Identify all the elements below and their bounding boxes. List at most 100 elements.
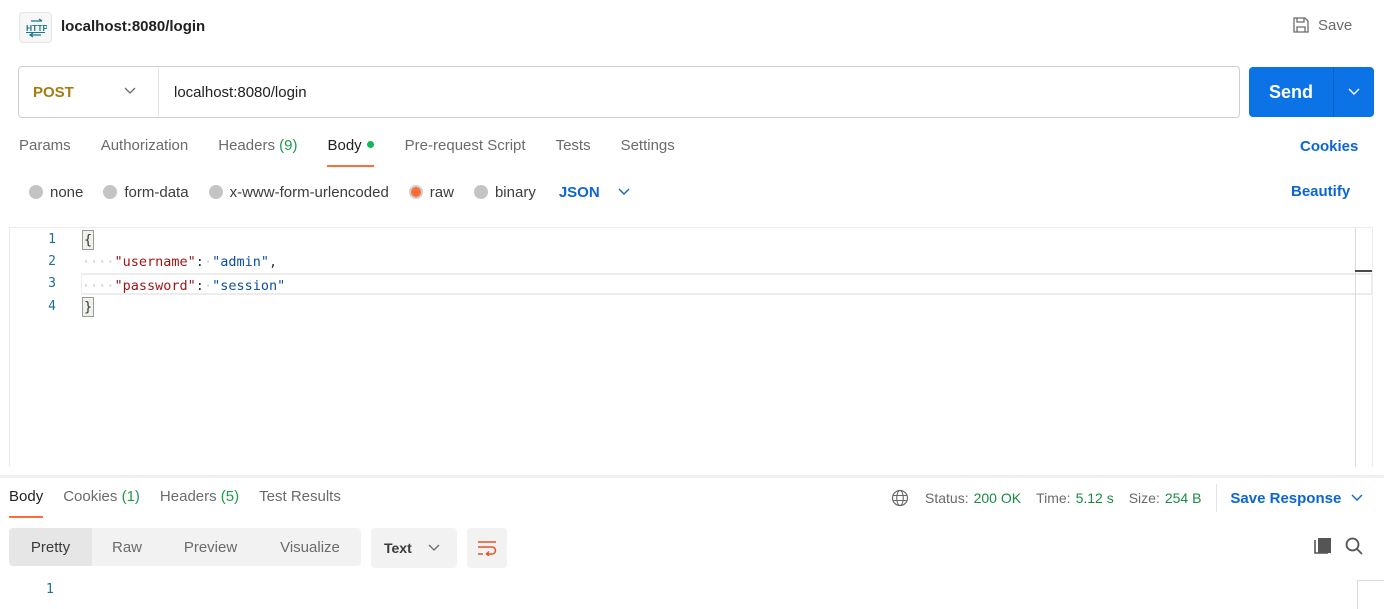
response-tab-body[interactable]: Body xyxy=(9,488,44,518)
radio-raw[interactable]: raw xyxy=(408,184,454,201)
request-header: HTTP localhost:8080/login Save xyxy=(0,0,1384,56)
cookies-link[interactable]: Cookies xyxy=(1300,138,1358,155)
radio-indicator xyxy=(473,185,488,199)
request-title[interactable]: localhost:8080/login xyxy=(61,18,205,35)
whitespace: ···· xyxy=(82,278,115,294)
save-button[interactable]: Save xyxy=(1292,16,1352,34)
response-tab-test-results[interactable]: Test Results xyxy=(259,488,341,518)
view-pretty[interactable]: Pretty xyxy=(9,528,92,566)
matched-brace: { xyxy=(82,230,95,250)
send-button[interactable]: Send xyxy=(1249,67,1333,117)
size-label: Size: xyxy=(1128,490,1160,506)
tab-label: Headers xyxy=(159,488,217,505)
editor-scrollbar[interactable] xyxy=(1355,228,1356,467)
line-number: 1 xyxy=(46,582,54,597)
tab-pre-request-script[interactable]: Pre-request Script xyxy=(405,137,526,167)
body-format-select[interactable]: JSON xyxy=(559,184,630,201)
code-line: { xyxy=(82,229,95,251)
radio-indicator xyxy=(29,185,43,199)
code-line: } xyxy=(82,296,95,318)
status-label: Status: xyxy=(925,490,969,506)
chevron-down-icon xyxy=(618,188,630,195)
line-number: 1 xyxy=(48,232,56,247)
matched-brace: } xyxy=(82,297,95,317)
json-value: "admin" xyxy=(212,254,269,270)
search-button[interactable] xyxy=(1344,536,1364,559)
response-scrollbar[interactable] xyxy=(1357,580,1384,609)
radio-indicator xyxy=(103,185,118,199)
tab-tests[interactable]: Tests xyxy=(556,137,591,167)
response-tab-headers[interactable]: Headers (5) xyxy=(160,488,239,518)
view-visualize[interactable]: Visualize xyxy=(259,528,361,566)
line-gutter: 1 2 3 4 xyxy=(10,228,70,467)
tab-label: Body xyxy=(327,137,362,154)
response-tab-cookies[interactable]: Cookies (1) xyxy=(63,488,140,518)
chevron-down-icon xyxy=(124,87,136,94)
copy-button[interactable] xyxy=(1313,536,1333,559)
tab-settings[interactable]: Settings xyxy=(621,137,675,167)
chevron-down-icon xyxy=(1348,88,1360,95)
method-label: POST xyxy=(33,83,74,101)
radio-indicator-selected xyxy=(408,185,423,199)
chevron-down-icon xyxy=(428,544,440,551)
beautify-button[interactable]: Beautify xyxy=(1291,183,1350,200)
tab-label: Body xyxy=(9,488,44,505)
whitespace: ···· xyxy=(82,254,115,270)
colon: : xyxy=(195,254,204,270)
time-value: 5.12 s xyxy=(1075,490,1114,506)
headers-count: (9) xyxy=(279,137,298,154)
tab-label: Authorization xyxy=(100,137,189,154)
tab-headers[interactable]: Headers (9) xyxy=(218,137,297,167)
cookies-count: (1) xyxy=(121,488,140,505)
radio-label: none xyxy=(50,183,84,201)
headers-count: (5) xyxy=(220,488,240,505)
comma: , xyxy=(268,254,278,270)
line-number: 4 xyxy=(48,299,56,314)
wrap-lines-button[interactable] xyxy=(467,528,507,568)
tab-label: Test Results xyxy=(259,488,341,505)
pane-divider[interactable] xyxy=(0,475,1384,478)
url-input[interactable] xyxy=(159,67,1239,117)
save-label: Save xyxy=(1318,16,1353,34)
radio-label: form-data xyxy=(124,183,189,201)
save-response-button[interactable]: Save Response xyxy=(1230,490,1363,507)
time-label: Time: xyxy=(1036,490,1071,506)
tab-authorization[interactable]: Authorization xyxy=(101,137,189,167)
radio-label: binary xyxy=(494,183,536,201)
meta-divider xyxy=(1216,484,1218,512)
body-type-selector: none form-data x-www-form-urlencoded raw… xyxy=(29,182,630,202)
radio-x-www-form-urlencoded[interactable]: x-www-form-urlencoded xyxy=(208,183,389,201)
tab-body[interactable]: Body xyxy=(327,137,374,167)
json-key: "username" xyxy=(114,254,196,270)
radio-form-data[interactable]: form-data xyxy=(103,183,189,201)
scrollbar-marker xyxy=(1355,270,1372,272)
svg-text:HTTP: HTTP xyxy=(26,23,47,33)
save-icon xyxy=(1293,17,1309,33)
search-icon xyxy=(1345,537,1363,555)
body-editor[interactable]: 1 2 3 4 { ····"username":·"admin", ····"… xyxy=(9,227,1373,467)
chevron-down-icon xyxy=(1351,494,1363,501)
response-format-label: Text xyxy=(384,540,412,556)
view-raw[interactable]: Raw xyxy=(92,528,162,566)
method-select[interactable]: POST xyxy=(19,67,159,117)
tab-label: Settings xyxy=(620,137,675,154)
size-value: 254 B xyxy=(1164,490,1202,506)
tab-params[interactable]: Params xyxy=(19,137,71,167)
radio-binary[interactable]: binary xyxy=(473,183,536,201)
view-preview[interactable]: Preview xyxy=(162,528,259,566)
send-options-button[interactable] xyxy=(1334,67,1374,117)
response-tabs: Body Cookies (1) Headers (5) Test Result… xyxy=(9,488,361,518)
radio-label: x-www-form-urlencoded xyxy=(229,183,389,201)
globe-icon[interactable] xyxy=(891,489,909,507)
response-meta: Status: 200 OK Time: 5.12 s Size: 254 B Sav… xyxy=(891,484,1363,512)
whitespace: · xyxy=(203,254,213,270)
colon: : xyxy=(195,278,204,294)
modified-indicator xyxy=(366,141,374,148)
response-format-select[interactable]: Text xyxy=(371,528,457,568)
code-line-active: ····"password":·"session" xyxy=(81,273,1373,295)
response-view-selector: Pretty Raw Preview Visualize xyxy=(9,528,361,566)
tab-label: Pre-request Script xyxy=(404,137,526,154)
whitespace: · xyxy=(203,278,213,294)
radio-none[interactable]: none xyxy=(29,184,83,201)
line-number: 3 xyxy=(48,276,56,291)
